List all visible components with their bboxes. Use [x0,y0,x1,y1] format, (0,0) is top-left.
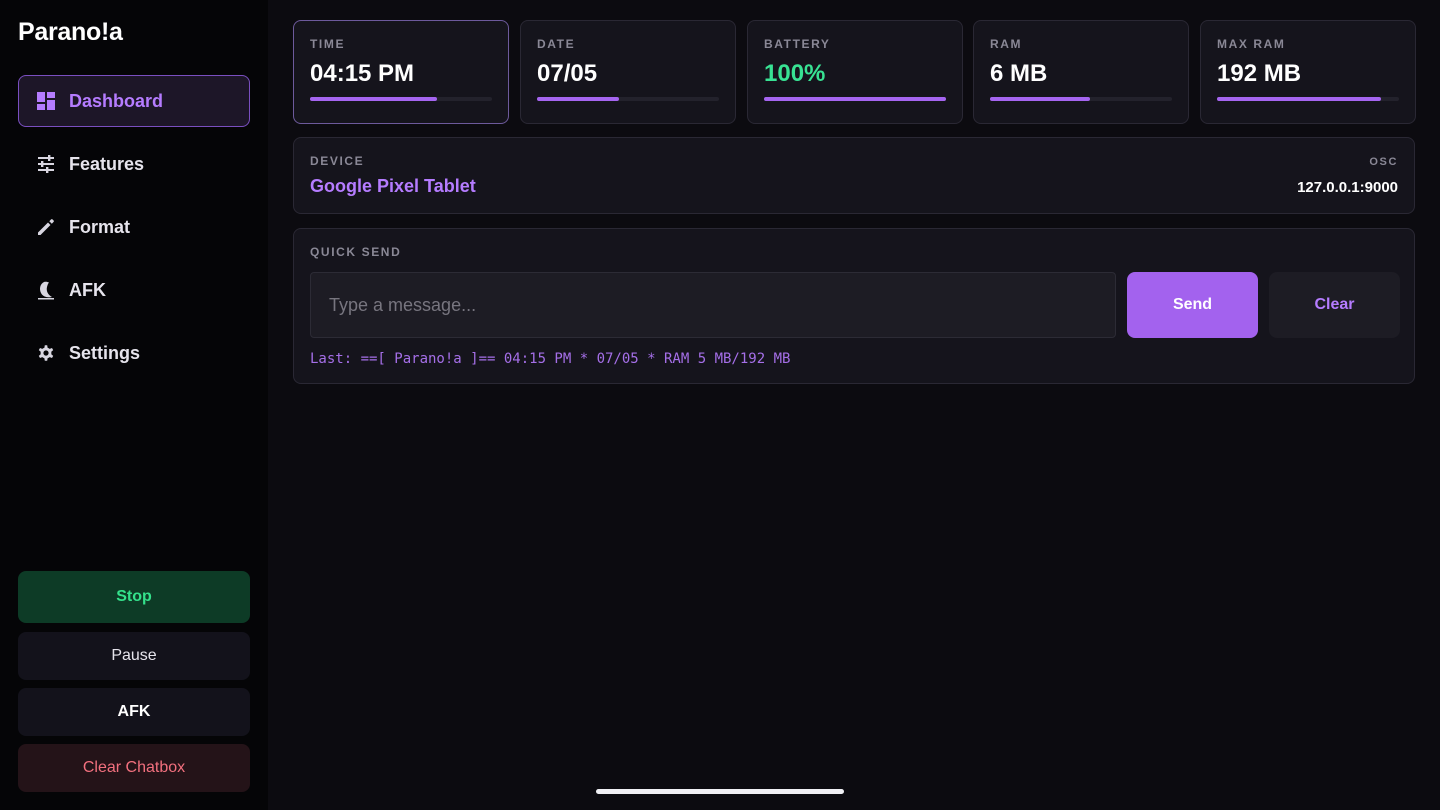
stop-button[interactable]: Stop [18,571,250,623]
moon-icon [36,280,56,300]
progress-track [1217,97,1399,101]
progress-track [310,97,492,101]
osc-label: OSC [1369,156,1398,168]
progress-fill [1217,97,1381,101]
stat-label: TIME [310,37,346,51]
pencil-icon [36,217,56,237]
last-sent-message: Last: ==[ Parano!a ]== 04:15 PM * 07/05 … [310,351,791,367]
clear-chatbox-button[interactable]: Clear Chatbox [18,744,250,792]
stat-card-battery[interactable]: BATTERY 100% [747,20,963,124]
device-name: Google Pixel Tablet [310,176,476,196]
quick-send-label: QUICK SEND [310,245,402,259]
stat-value: 192 MB [1217,60,1302,87]
sidebar-item-label: Features [69,153,145,174]
afk-button[interactable]: AFK [18,688,250,736]
sidebar-nav: Dashboard Features Format AFK Settings [18,75,250,390]
sidebar-item-features[interactable]: Features [18,138,250,190]
progress-track [537,97,719,101]
dashboard-icon [36,91,56,111]
send-button[interactable]: Send [1127,272,1258,338]
stat-label: BATTERY [764,37,831,51]
app-title: Parano!a [18,18,123,46]
device-card: DEVICE Google Pixel Tablet OSC 127.0.0.1… [293,137,1415,214]
stat-card-date[interactable]: DATE 07/05 [520,20,736,124]
sidebar-item-dashboard[interactable]: Dashboard [18,75,250,127]
home-indicator[interactable] [596,789,844,794]
progress-fill [764,97,946,101]
sidebar-item-label: Dashboard [69,90,164,111]
sidebar-item-label: Format [69,216,131,237]
sidebar-item-afk[interactable]: AFK [18,264,250,316]
stat-card-time[interactable]: TIME 04:15 PM [293,20,509,124]
progress-track [764,97,946,101]
message-input[interactable] [310,272,1116,338]
stat-label: MAX RAM [1217,37,1286,51]
main-content: TIME 04:15 PM DATE 07/05 BATTERY 100% RA… [268,0,1440,810]
quick-send-card: QUICK SEND Send Clear Last: ==[ Parano!a… [293,228,1415,384]
stat-value: 100% [764,60,826,87]
sidebar-item-label: Settings [69,342,141,363]
sidebar: Parano!a Dashboard Features Format AFK S… [0,0,268,810]
stat-value: 07/05 [537,60,598,87]
sidebar-actions: Stop Pause AFK Clear Chatbox [18,571,250,792]
stat-label: DATE [537,37,576,51]
stat-value: 04:15 PM [310,60,415,87]
osc-address: 127.0.0.1:9000 [1297,179,1398,196]
sidebar-item-label: AFK [69,279,106,300]
progress-fill [537,97,619,101]
sidebar-item-format[interactable]: Format [18,201,250,253]
device-label: DEVICE [310,154,365,168]
progress-fill [310,97,438,101]
progress-track [990,97,1172,101]
clear-button[interactable]: Clear [1269,272,1400,338]
app-root: Parano!a Dashboard Features Format AFK S… [0,0,1440,810]
stat-value: 6 MB [990,60,1048,87]
pause-button[interactable]: Pause [18,632,250,680]
stat-card-ram[interactable]: RAM 6 MB [973,20,1189,124]
stat-card-max-ram[interactable]: MAX RAM 192 MB [1200,20,1416,124]
progress-fill [990,97,1091,101]
sliders-icon [36,154,56,174]
gear-icon [36,343,56,363]
sidebar-item-settings[interactable]: Settings [18,327,250,379]
stat-label: RAM [990,37,1023,51]
